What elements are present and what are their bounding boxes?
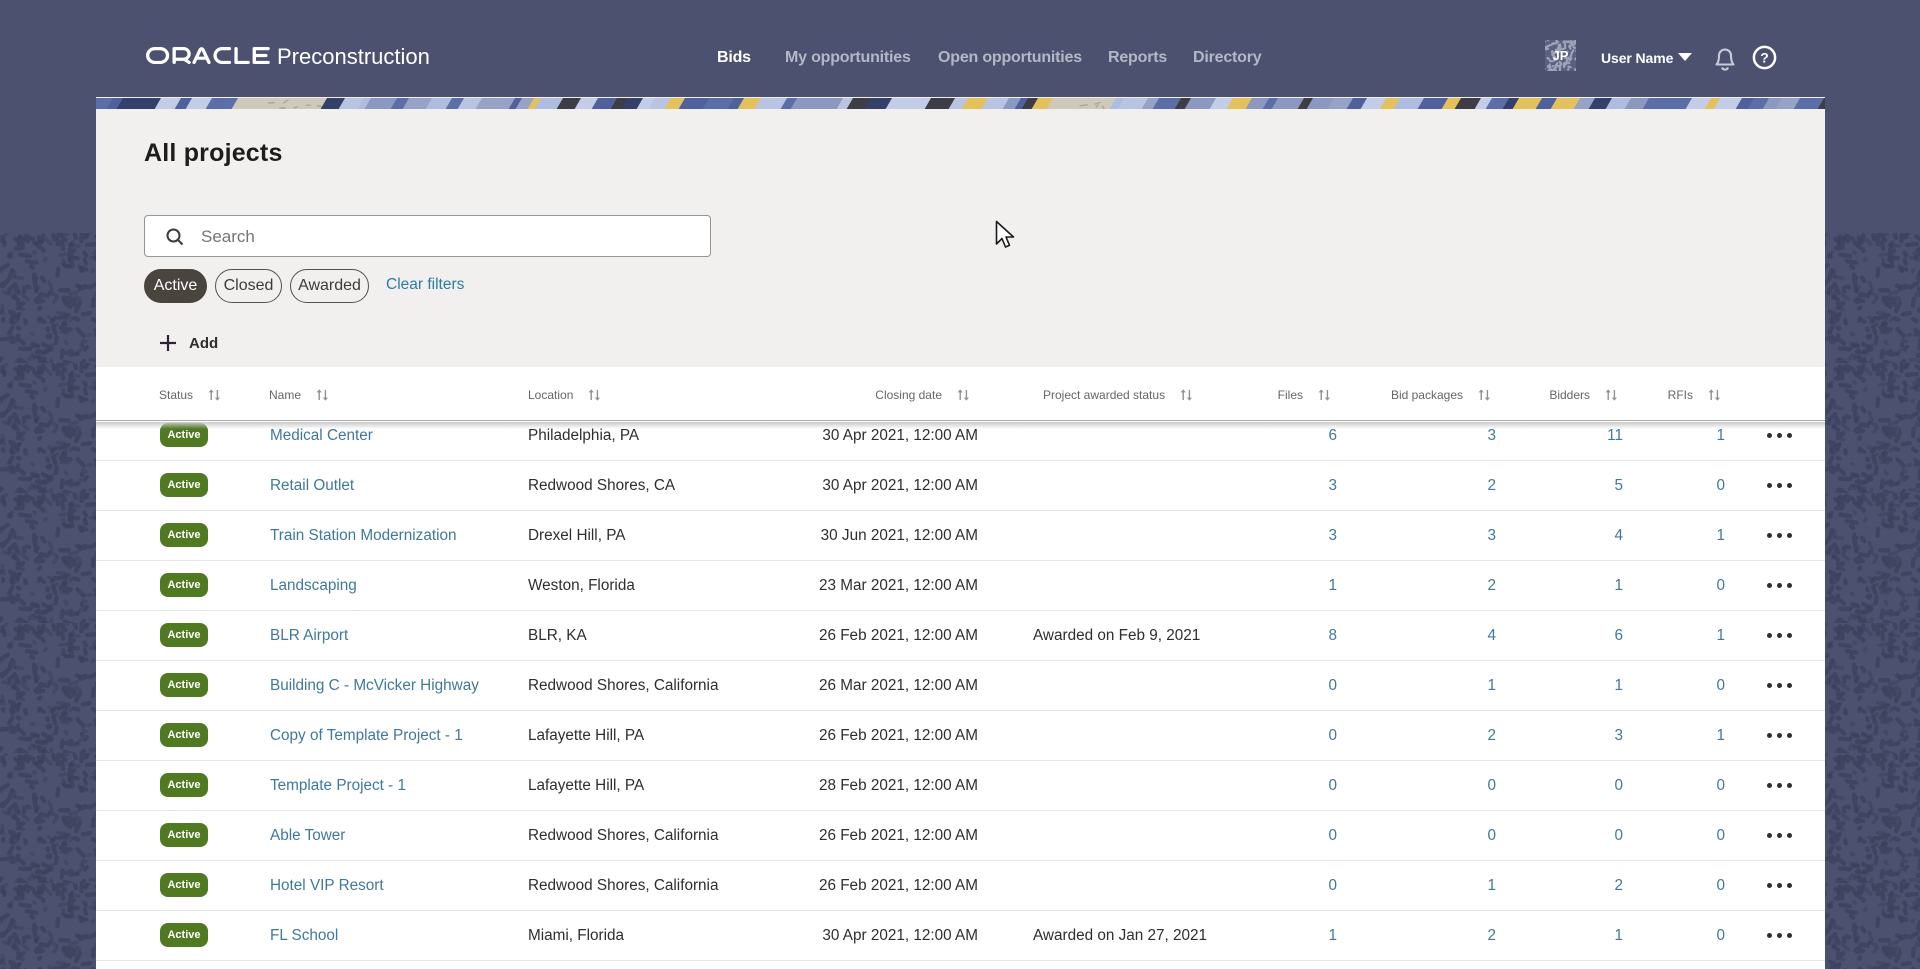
svg-text:?: ? (1760, 50, 1769, 66)
